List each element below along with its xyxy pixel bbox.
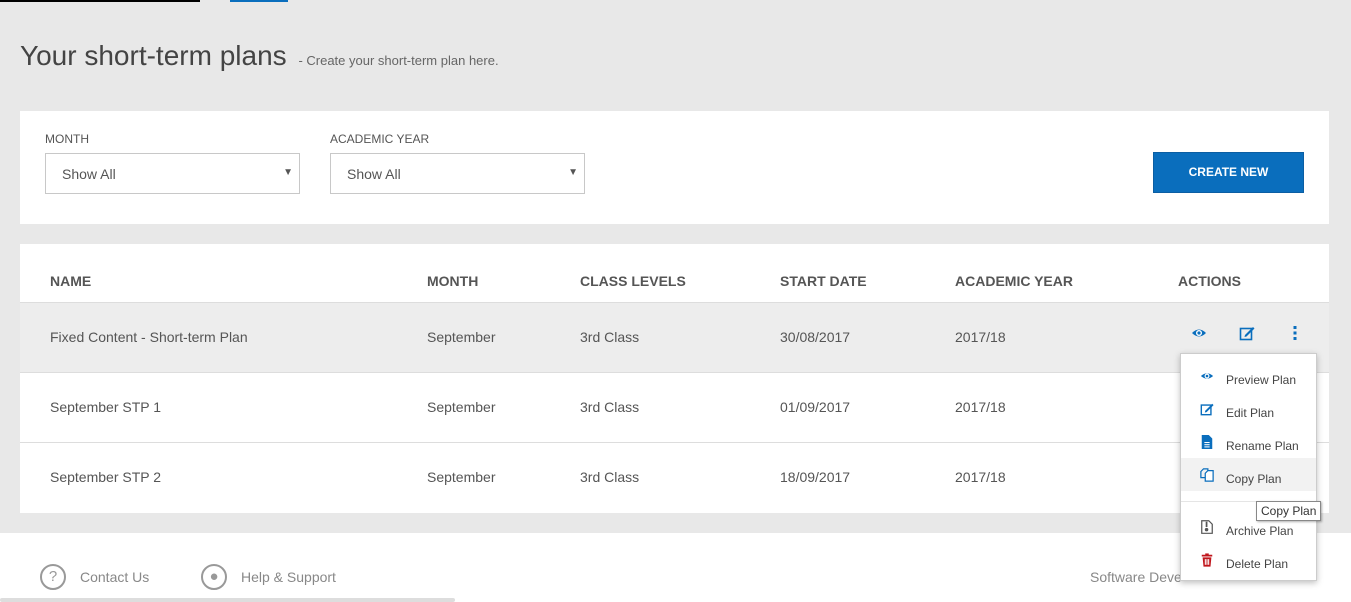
cell-month: September — [427, 399, 496, 415]
menu-item-label: Copy Plan — [1226, 472, 1282, 486]
column-header-actions: ACTIONS — [1178, 273, 1241, 289]
column-header-academic-year[interactable]: ACADEMIC YEAR — [955, 273, 1073, 289]
cell-class-levels: 3rd Class — [580, 469, 640, 485]
eye-icon — [1200, 373, 1214, 379]
cell-start-date: 30/08/2017 — [780, 329, 851, 345]
horizontal-scrollbar[interactable] — [0, 598, 455, 602]
table-row[interactable]: Fixed Content - Short-term Plan Septembe… — [20, 303, 1329, 373]
month-select-value: Show All — [62, 166, 116, 182]
contact-us-label: Contact Us — [80, 569, 150, 585]
cell-start-date: 01/09/2017 — [780, 399, 851, 415]
academic-year-filter-label: ACADEMIC YEAR — [330, 132, 430, 146]
cell-name: September STP 1 — [50, 399, 162, 415]
column-header-start-date[interactable]: START DATE — [780, 273, 867, 289]
cell-academic-year: 2017/18 — [955, 399, 1006, 415]
month-select[interactable]: Show All ▼ — [45, 153, 300, 194]
cell-name: Fixed Content - Short-term Plan — [50, 329, 248, 345]
cell-academic-year: 2017/18 — [955, 469, 1006, 485]
top-bar-segment — [0, 0, 200, 2]
filter-panel: MONTH Show All ▼ ACADEMIC YEAR Show All … — [20, 111, 1329, 224]
chat-bubbles-icon: ● — [201, 564, 227, 590]
document-icon — [1201, 435, 1213, 449]
trash-icon — [1201, 553, 1213, 567]
page-subtitle: - Create your short-term plan here. — [298, 53, 499, 68]
menu-item-label: Delete Plan — [1226, 557, 1289, 571]
cell-month: September — [427, 469, 496, 485]
menu-item-preview-plan[interactable]: Preview Plan — [1181, 359, 1316, 392]
top-bar-active-tab-indicator — [230, 0, 288, 2]
menu-item-delete-plan[interactable]: Delete Plan — [1181, 543, 1316, 576]
menu-item-label: Rename Plan — [1226, 439, 1299, 453]
academic-year-select-value: Show All — [347, 166, 401, 182]
help-support-label: Help & Support — [241, 569, 336, 585]
create-new-button[interactable]: CREATE NEW — [1153, 152, 1304, 193]
table-header: NAME MONTH CLASS LEVELS START DATE ACADE… — [20, 244, 1329, 303]
cell-name: September STP 2 — [50, 469, 162, 485]
academic-year-select[interactable]: Show All ▼ — [330, 153, 585, 194]
cell-academic-year: 2017/18 — [955, 329, 1006, 345]
page-title: Your short-term plans - Create your shor… — [20, 40, 499, 72]
footer: ? Contact Us ● Help & Support Software D… — [0, 533, 1351, 602]
cell-class-levels: 3rd Class — [580, 329, 640, 345]
page-title-text: Your short-term plans — [20, 40, 287, 71]
cell-class-levels: 3rd Class — [580, 399, 640, 415]
column-header-month[interactable]: MONTH — [427, 273, 478, 289]
edit-icon[interactable] — [1239, 325, 1255, 341]
archive-icon — [1201, 520, 1213, 534]
edit-icon — [1200, 403, 1214, 416]
preview-eye-icon[interactable] — [1191, 325, 1207, 341]
table-row[interactable]: September STP 1 September 3rd Class 01/0… — [20, 373, 1329, 443]
copy-plan-tooltip: Copy Plan — [1256, 501, 1322, 521]
cell-start-date: 18/09/2017 — [780, 469, 851, 485]
table-row[interactable]: September STP 2 September 3rd Class 18/0… — [20, 443, 1329, 513]
cell-month: September — [427, 329, 496, 345]
help-support-link[interactable]: ● Help & Support — [201, 564, 336, 590]
column-header-name[interactable]: NAME — [50, 273, 91, 289]
menu-item-copy-plan[interactable]: Copy Plan — [1181, 458, 1316, 491]
menu-item-rename-plan[interactable]: Rename Plan — [1181, 425, 1316, 458]
menu-item-label: Edit Plan — [1226, 406, 1275, 420]
software-developer-credit: Software Deve — [1090, 569, 1182, 585]
chevron-down-icon: ▼ — [568, 167, 578, 178]
menu-item-label: Archive Plan — [1226, 524, 1294, 538]
plan-actions-menu: Preview Plan Edit Plan Rename Plan Copy … — [1180, 353, 1317, 581]
question-circle-icon: ? — [40, 564, 66, 590]
plans-table: NAME MONTH CLASS LEVELS START DATE ACADE… — [20, 244, 1329, 513]
chevron-down-icon: ▼ — [283, 167, 293, 178]
contact-us-link[interactable]: ? Contact Us — [40, 564, 149, 590]
column-header-class-levels[interactable]: CLASS LEVELS — [580, 273, 686, 289]
more-vertical-icon[interactable] — [1287, 325, 1303, 341]
menu-item-label: Preview Plan — [1226, 373, 1297, 387]
month-filter-label: MONTH — [45, 132, 89, 146]
copy-icon — [1200, 468, 1214, 482]
menu-item-edit-plan[interactable]: Edit Plan — [1181, 392, 1316, 425]
